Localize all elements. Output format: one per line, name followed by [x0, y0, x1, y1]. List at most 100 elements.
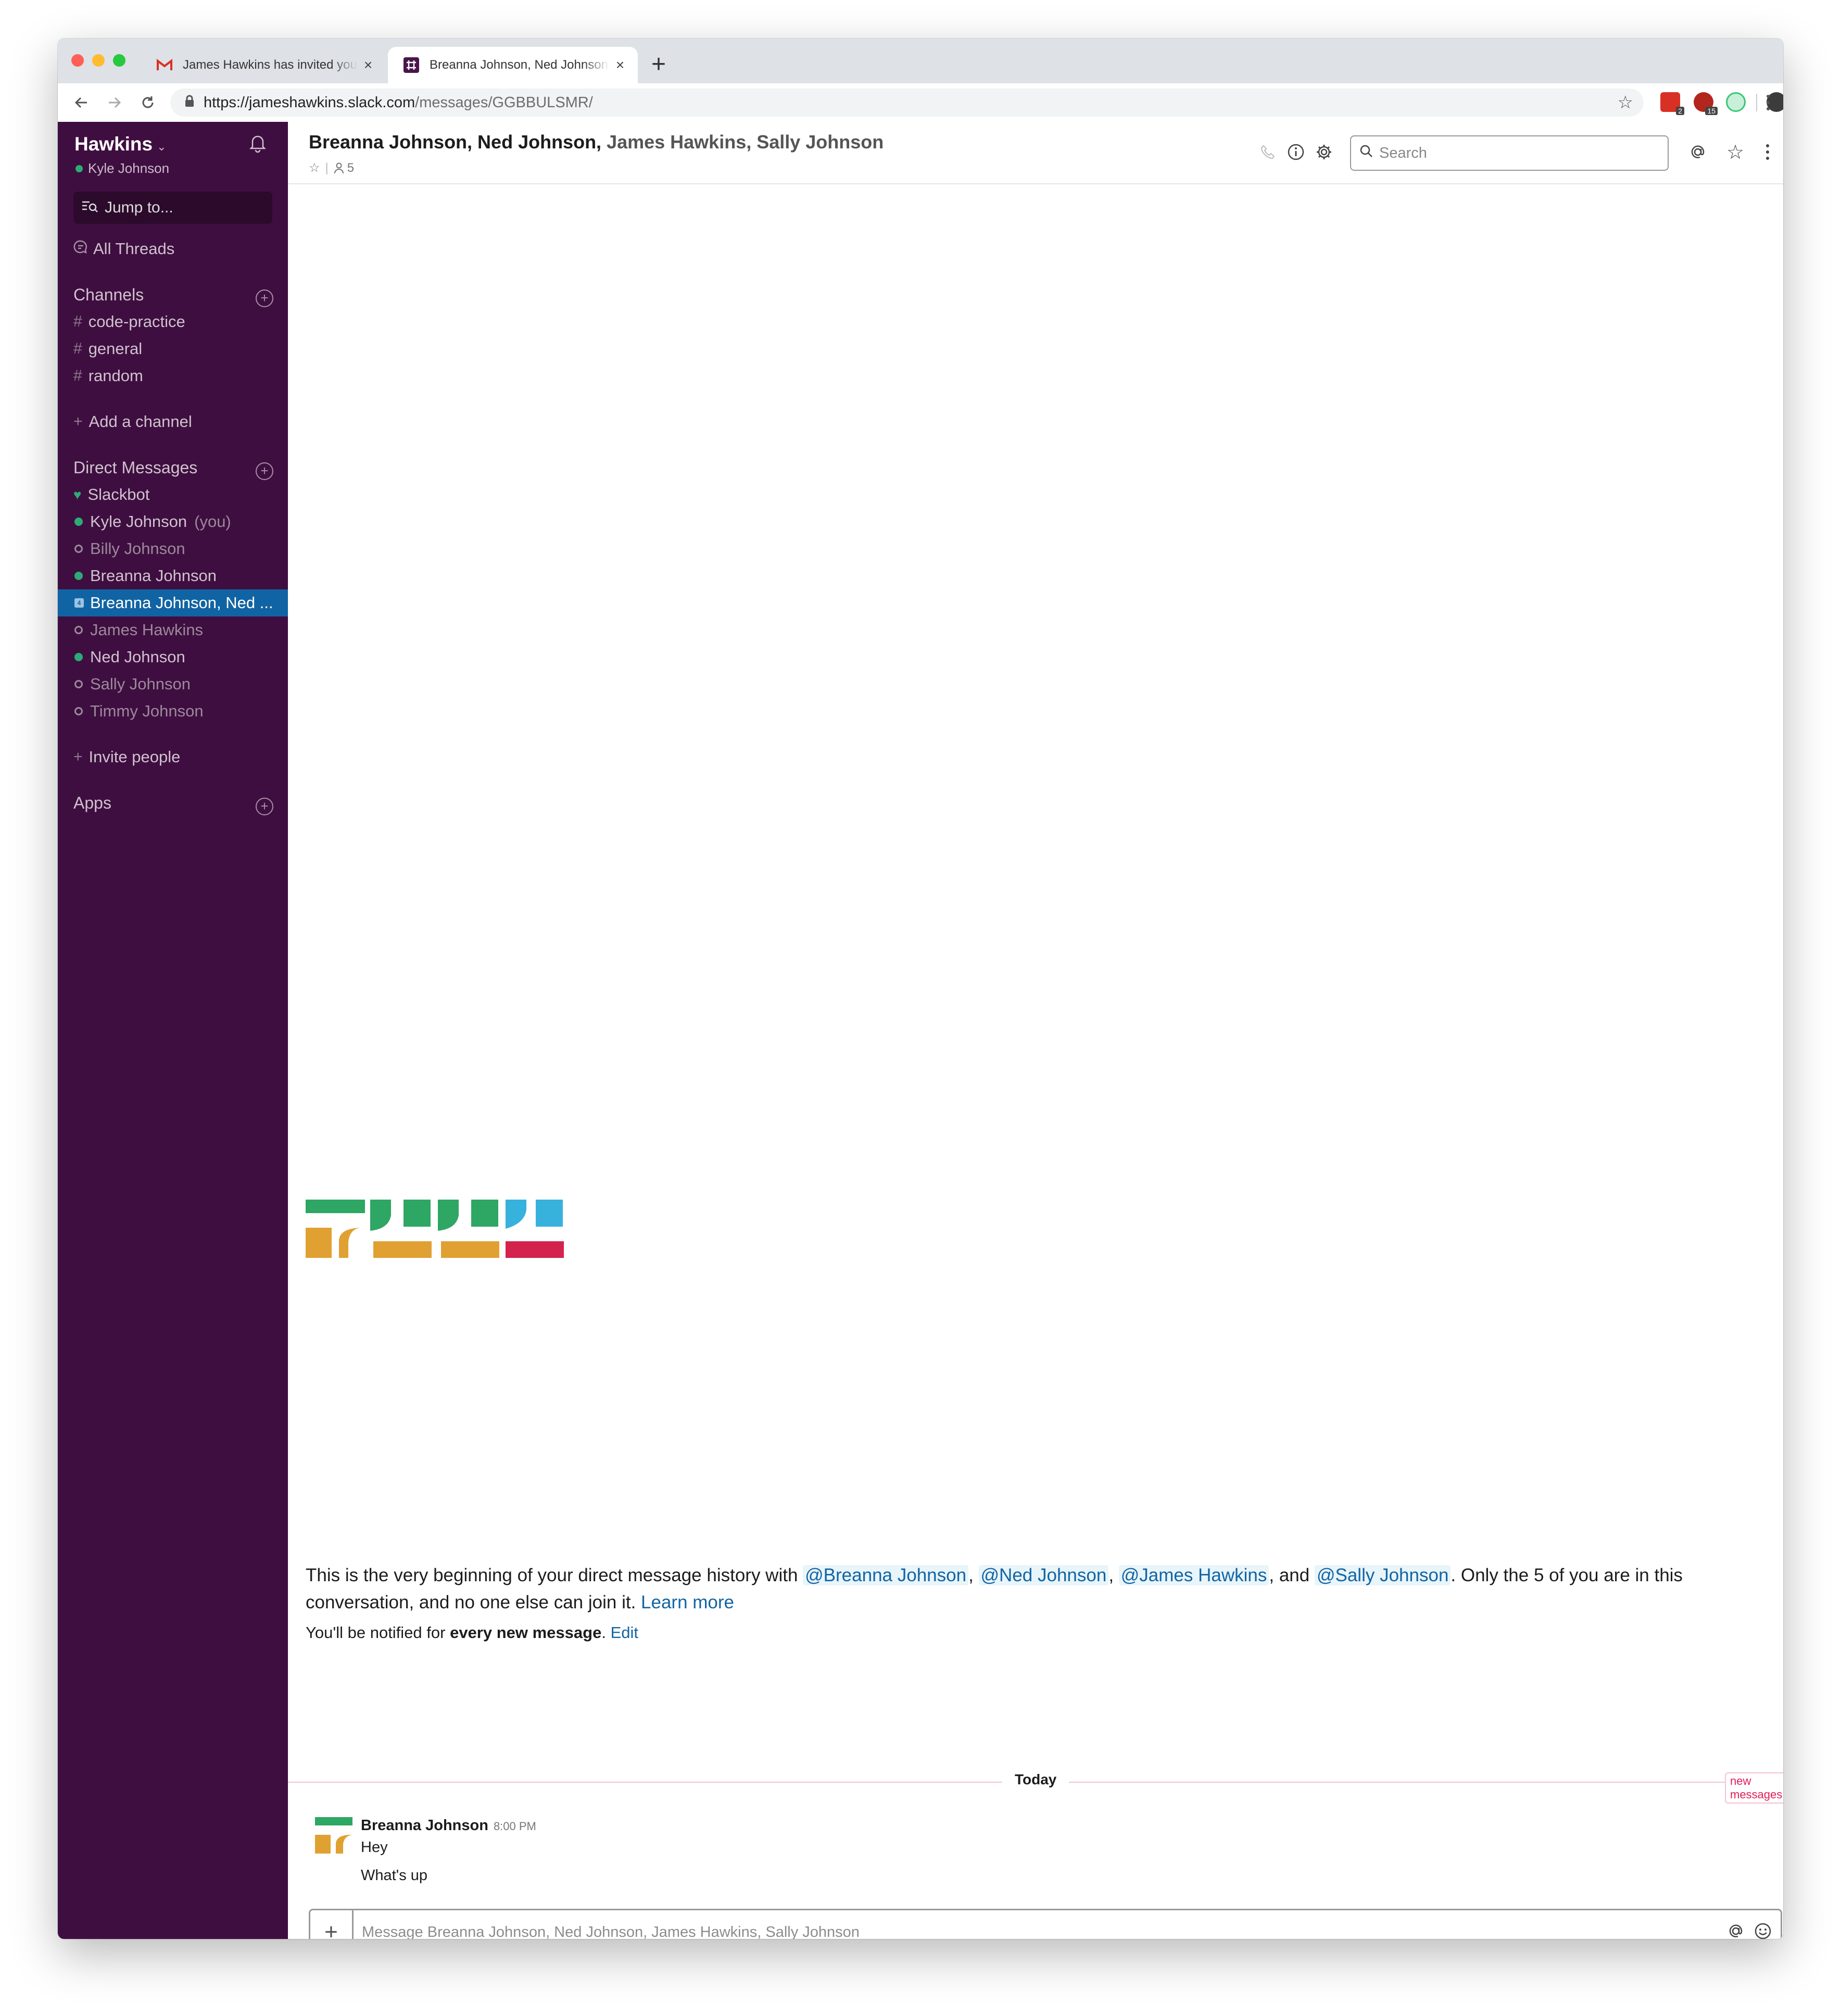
- sidebar-item-dm[interactable]: ♥ Slackbot: [73, 481, 149, 508]
- channel-header: Breanna Johnson, Ned Johnson, James Hawk…: [288, 122, 1783, 184]
- conversation-title-secondary: James Hawkins, Sally Johnson: [601, 131, 884, 153]
- you-suffix: (you): [194, 512, 231, 531]
- dm-name: Timmy Johnson: [90, 702, 204, 720]
- info-icon[interactable]: [1284, 141, 1307, 163]
- dm-name: Breanna Johnson, Ned ...: [90, 594, 273, 612]
- conversation-title[interactable]: Breanna Johnson, Ned Johnson, James Hawk…: [309, 131, 884, 153]
- apps-header[interactable]: Apps: [73, 789, 111, 816]
- channel-name: code-practice: [88, 312, 185, 331]
- dm-name: Kyle Johnson: [90, 512, 187, 531]
- new-messages-badge[interactable]: new messages: [1725, 1772, 1783, 1804]
- search-placeholder: Search: [1379, 144, 1427, 161]
- add-app-plus-icon[interactable]: +: [256, 798, 273, 815]
- channel-name: random: [88, 367, 143, 385]
- tab-gmail[interactable]: James Hawkins has invited you ×: [141, 47, 386, 83]
- bookmark-star-icon[interactable]: ☆: [1618, 92, 1633, 113]
- back-button[interactable]: [68, 90, 94, 116]
- reload-button[interactable]: [135, 90, 161, 116]
- sidebar-item-channel[interactable]: # code-practice: [73, 308, 185, 335]
- sidebar-item-dm[interactable]: James Hawkins: [73, 616, 203, 644]
- workspace-switcher[interactable]: Hawkins ⌄: [74, 133, 167, 155]
- add-dm-plus-icon[interactable]: +: [256, 462, 273, 480]
- attach-plus-button[interactable]: +: [310, 1910, 354, 1939]
- maximize-window-button[interactable]: [113, 54, 125, 67]
- search-icon: [1359, 144, 1373, 162]
- mention-at-icon[interactable]: [1726, 1922, 1745, 1939]
- sidebar-item-dm[interactable]: Ned Johnson: [73, 644, 185, 671]
- extension-badge: 15: [1705, 107, 1718, 115]
- sidebar-item-dm[interactable]: Kyle Johnson (you): [73, 508, 231, 535]
- message-text: What's up: [361, 1867, 428, 1884]
- message-composer: + Message Breanna Johnson, Ned Johnson, …: [309, 1909, 1782, 1939]
- forward-button[interactable]: [102, 90, 128, 116]
- mention-link[interactable]: @James Hawkins: [1118, 1565, 1269, 1585]
- mention-link[interactable]: @Breanna Johnson: [803, 1565, 969, 1585]
- jump-to-icon: [82, 199, 98, 217]
- message-author[interactable]: Breanna Johnson: [361, 1817, 488, 1834]
- message-input[interactable]: Message Breanna Johnson, Ned Johnson, Ja…: [354, 1924, 1726, 1939]
- learn-more-link[interactable]: Learn more: [641, 1592, 734, 1612]
- dm-name: Sally Johnson: [90, 675, 191, 693]
- members-button[interactable]: 5: [334, 161, 354, 175]
- star-icon[interactable]: ☆: [309, 160, 320, 175]
- mentions-at-icon[interactable]: [1686, 141, 1709, 163]
- sidebar-item-channel[interactable]: # random: [73, 362, 143, 389]
- extension-1-icon[interactable]: 2: [1660, 92, 1684, 115]
- sidebar: Hawkins ⌄ Kyle Johnson Jump to... All Thr…: [58, 122, 288, 1939]
- sidebar-item-all-threads[interactable]: All Threads: [73, 235, 174, 262]
- member-count: 5: [347, 160, 355, 175]
- channels-header[interactable]: Channels: [73, 281, 144, 308]
- arrow-right-icon: [109, 97, 121, 108]
- phone-call-icon[interactable]: [1256, 141, 1279, 163]
- sidebar-item-dm[interactable]: Sally Johnson: [73, 671, 191, 698]
- more-actions-icon[interactable]: [1756, 141, 1779, 163]
- gmail-icon: [157, 57, 172, 73]
- conversation-title-primary: Breanna Johnson, Ned Johnson,: [309, 131, 602, 153]
- search-input[interactable]: Search: [1350, 135, 1669, 171]
- starred-items-icon[interactable]: ☆: [1724, 141, 1747, 163]
- close-window-button[interactable]: [71, 54, 84, 67]
- add-channel-button[interactable]: + Add a channel: [73, 408, 192, 435]
- add-channel-plus-icon[interactable]: +: [256, 289, 273, 307]
- browser-toolbar: https://jameshawkins.slack.com/messages/…: [58, 83, 1783, 123]
- plus-icon: +: [73, 748, 83, 765]
- current-user[interactable]: Kyle Johnson: [74, 160, 169, 177]
- tab-slack[interactable]: Breanna Johnson, Ned Johnson ×: [388, 47, 638, 83]
- jump-to-button[interactable]: Jump to...: [73, 192, 272, 224]
- settings-gear-icon[interactable]: [1313, 141, 1335, 163]
- mention-link[interactable]: @Sally Johnson: [1314, 1565, 1451, 1585]
- direct-messages-header[interactable]: Direct Messages: [73, 454, 197, 481]
- slack-icon: [403, 57, 419, 73]
- group-avatars-logo: [306, 1200, 576, 1263]
- invite-people-button[interactable]: + Invite people: [73, 744, 180, 771]
- browser-menu-icon[interactable]: [1760, 91, 1776, 115]
- sidebar-item-channel[interactable]: # general: [73, 335, 142, 362]
- close-tab-icon[interactable]: ×: [610, 57, 631, 73]
- new-tab-button[interactable]: +: [651, 50, 666, 79]
- dm-name: James Hawkins: [90, 621, 204, 639]
- message-timestamp[interactable]: 8:00 PM: [494, 1820, 536, 1833]
- plus-icon: +: [73, 413, 83, 430]
- mention-link[interactable]: @Ned Johnson: [978, 1565, 1109, 1585]
- notify-suffix: .: [601, 1623, 611, 1642]
- edit-notifications-link[interactable]: Edit: [611, 1623, 638, 1642]
- close-tab-icon[interactable]: ×: [358, 57, 379, 73]
- emoji-icon[interactable]: [1754, 1922, 1772, 1939]
- sidebar-item-dm[interactable]: Breanna Johnson: [73, 562, 217, 589]
- extension-3-icon[interactable]: [1726, 92, 1746, 112]
- hash-icon: #: [73, 367, 82, 384]
- sidebar-item-dm[interactable]: Billy Johnson: [73, 535, 185, 562]
- avatar[interactable]: [315, 1817, 352, 1857]
- extension-badge: 2: [1676, 107, 1684, 115]
- sidebar-item-group-dm[interactable]: 4 Breanna Johnson, Ned ...: [73, 589, 273, 616]
- reload-icon: [142, 96, 154, 108]
- notifications-bell-icon[interactable]: [247, 132, 268, 157]
- separator-2: ,: [1108, 1565, 1119, 1585]
- address-bar[interactable]: https://jameshawkins.slack.com/messages/…: [170, 89, 1644, 117]
- separator-3: , and: [1269, 1565, 1315, 1585]
- sidebar-item-dm[interactable]: Timmy Johnson: [73, 698, 204, 725]
- minimize-window-button[interactable]: [92, 54, 105, 67]
- extension-2-icon[interactable]: 15: [1694, 92, 1718, 115]
- slack-app: Hawkins ⌄ Kyle Johnson Jump to... All Thr…: [58, 122, 1783, 1939]
- presence-online-icon: [74, 572, 83, 580]
